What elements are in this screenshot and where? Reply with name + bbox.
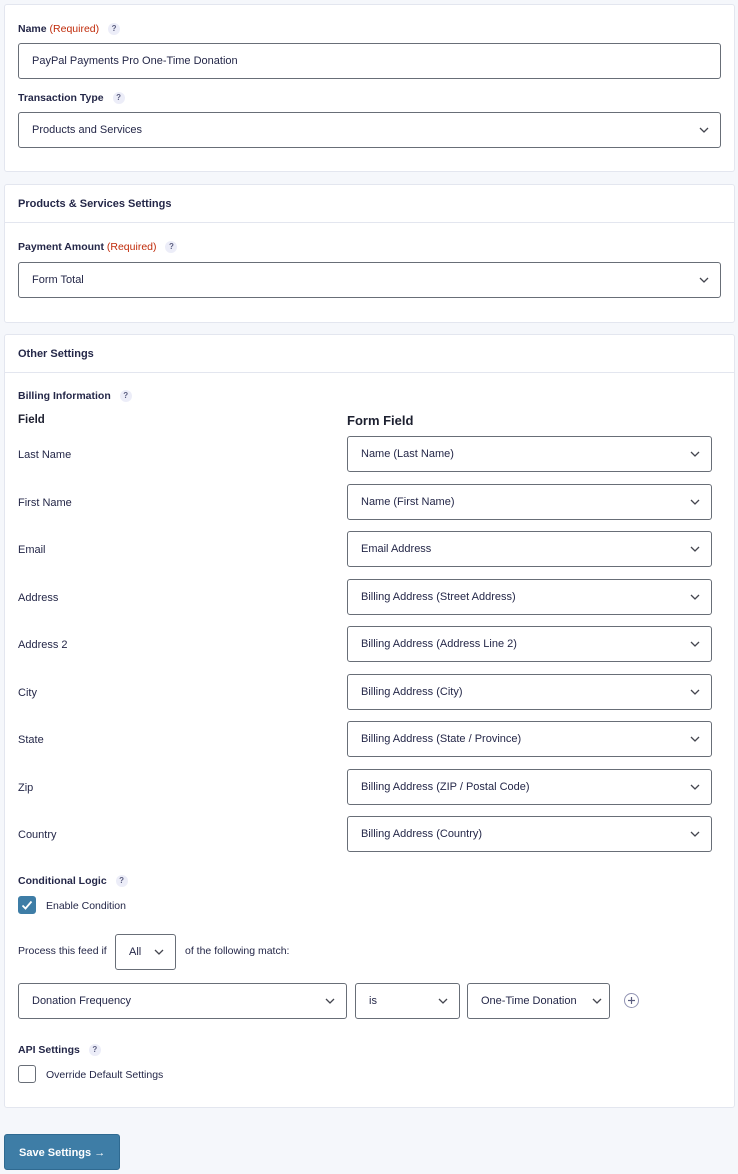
chevron-down-icon [438, 997, 448, 1005]
chevron-down-icon [699, 276, 709, 284]
billing-select-last-name[interactable]: Name (Last Name) [347, 436, 712, 472]
chevron-down-icon [699, 126, 709, 134]
billing-row-label-first-name: First Name [18, 497, 72, 509]
match-type-select[interactable]: All [115, 934, 176, 970]
chevron-down-icon [690, 783, 700, 791]
plus-circle-icon [628, 997, 635, 1004]
help-icon[interactable]: ? [88, 1044, 101, 1056]
chevron-down-icon [592, 997, 602, 1005]
chevron-down-icon [690, 545, 700, 553]
billing-information-label: Billing Information ? [18, 390, 132, 402]
form-field-column-header: Form Field [347, 413, 414, 428]
required-indicator: (Required) [49, 23, 100, 35]
payment-amount-value: Form Total [32, 274, 84, 286]
required-indicator: (Required) [106, 241, 157, 253]
transaction-type-select[interactable]: Products and Services [18, 112, 721, 148]
billing-row-label-email: Email [18, 544, 46, 556]
billing-select-zip[interactable]: Billing Address (ZIP / Postal Code) [347, 769, 712, 805]
override-default-settings-checkbox[interactable] [18, 1065, 36, 1083]
billing-row-label-last-name: Last Name [18, 449, 72, 461]
billing-select-first-name[interactable]: Name (First Name) [347, 484, 712, 520]
chevron-down-icon [325, 997, 335, 1005]
help-icon[interactable]: ? [165, 241, 178, 253]
help-icon[interactable]: ? [112, 92, 125, 104]
rule-field-value: Donation Frequency [32, 995, 132, 1007]
checkmark-icon [21, 900, 33, 910]
billing-select-value: Billing Address (Address Line 2) [361, 638, 517, 650]
payment-amount-label: Payment Amount (Required) ? [18, 241, 178, 253]
billing-row-label-city: City [18, 687, 37, 699]
billing-select-state[interactable]: Billing Address (State / Province) [347, 721, 712, 757]
match-type-value: All [129, 946, 142, 958]
chevron-down-icon [690, 688, 700, 696]
field-column-header: Field [18, 414, 45, 426]
enable-condition-label: Enable Condition [46, 900, 126, 912]
billing-select-country[interactable]: Billing Address (Country) [347, 816, 712, 852]
chevron-down-icon [690, 830, 700, 838]
transaction-type-value: Products and Services [32, 124, 143, 136]
billing-select-email[interactable]: Email Address [347, 531, 712, 567]
chevron-down-icon [690, 450, 700, 458]
help-icon[interactable]: ? [115, 875, 128, 887]
chevron-down-icon [690, 593, 700, 601]
billing-select-value: Name (First Name) [361, 496, 455, 508]
api-settings-label: API Settings ? [18, 1044, 101, 1056]
payment-amount-select[interactable]: Form Total [18, 262, 721, 298]
enable-condition-checkbox[interactable] [18, 896, 36, 914]
billing-row-label-zip: Zip [18, 782, 34, 794]
process-feed-suffix: of the following match: [185, 945, 290, 957]
billing-select-address[interactable]: Billing Address (Street Address) [347, 579, 712, 615]
conditional-logic-label: Conditional Logic ? [18, 875, 128, 887]
billing-select-value: Name (Last Name) [361, 448, 454, 460]
chevron-down-icon [690, 498, 700, 506]
panel-title: Other Settings [18, 348, 94, 360]
save-settings-button[interactable]: Save Settings → [4, 1134, 120, 1170]
rule-value-select[interactable]: One-Time Donation [467, 983, 610, 1019]
chevron-down-icon [690, 640, 700, 648]
billing-select-value: Billing Address (City) [361, 686, 463, 698]
billing-select-value: Email Address [361, 543, 432, 555]
panel-title: Products & Services Settings [18, 198, 172, 210]
panel-header: Products & Services Settings [5, 185, 734, 223]
billing-row-label-state: State [18, 734, 44, 746]
billing-row-label-country: Country [18, 829, 57, 841]
help-icon[interactable]: ? [119, 390, 132, 402]
transaction-type-label: Transaction Type ? [18, 92, 125, 104]
products-services-panel: Products & Services Settings Payment Amo… [4, 184, 735, 323]
rule-field-select[interactable]: Donation Frequency [18, 983, 347, 1019]
panel-header: Other Settings [5, 335, 734, 373]
rule-operator-value: is [369, 995, 377, 1007]
billing-row-label-address-2: Address 2 [18, 639, 68, 651]
name-input-value: PayPal Payments Pro One-Time Donation [32, 55, 238, 67]
chevron-down-icon [154, 948, 164, 956]
rule-value-value: One-Time Donation [481, 995, 577, 1007]
billing-select-value: Billing Address (Street Address) [361, 591, 516, 603]
help-icon[interactable]: ? [108, 23, 121, 35]
add-rule-button[interactable] [624, 993, 639, 1008]
billing-row-label-address: Address [18, 592, 59, 604]
billing-select-value: Billing Address (State / Province) [361, 733, 522, 745]
chevron-down-icon [690, 735, 700, 743]
name-label: Name (Required) ? [18, 23, 121, 35]
other-settings-panel: Other Settings Billing Information ? Fie… [4, 334, 735, 1108]
billing-select-value: Billing Address (Country) [361, 828, 483, 840]
save-settings-label: Save Settings → [19, 1147, 106, 1159]
rule-operator-select[interactable]: is [355, 983, 460, 1019]
billing-select-city[interactable]: Billing Address (City) [347, 674, 712, 710]
general-settings-panel: Name (Required) ? PayPal Payments Pro On… [4, 4, 735, 172]
override-default-settings-label: Override Default Settings [46, 1069, 164, 1081]
billing-select-value: Billing Address (ZIP / Postal Code) [361, 781, 530, 793]
process-feed-prefix: Process this feed if [18, 945, 107, 957]
billing-select-address-2[interactable]: Billing Address (Address Line 2) [347, 626, 712, 662]
name-input[interactable]: PayPal Payments Pro One-Time Donation [18, 43, 721, 79]
